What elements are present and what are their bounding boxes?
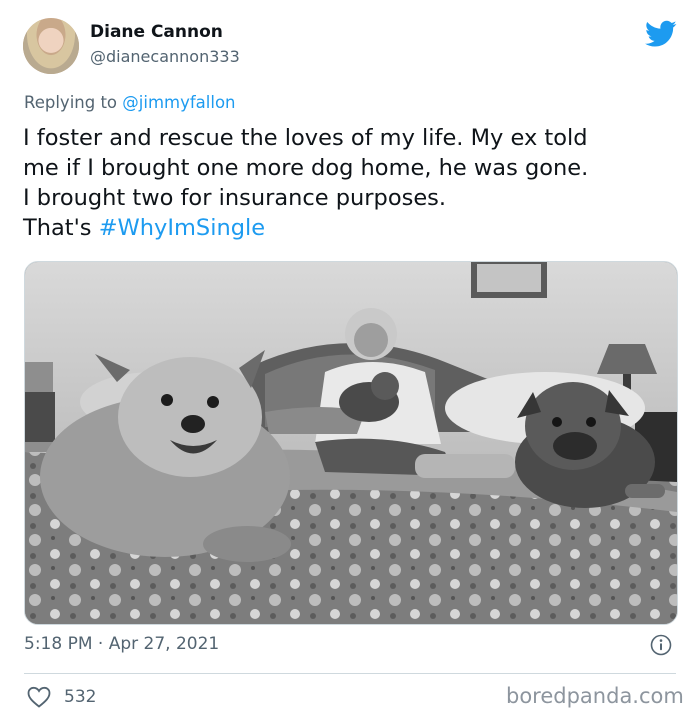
tweet-text-line: me if I brought one more dog home, he wa…: [23, 155, 589, 181]
watermark: boredpanda.com: [506, 684, 684, 708]
info-icon[interactable]: [650, 634, 672, 656]
twitter-bird-icon[interactable]: [645, 20, 677, 48]
avatar-image: [23, 18, 79, 74]
hashtag-link[interactable]: #WhyImSingle: [99, 215, 265, 241]
tweet-timestamp[interactable]: 5:18 PM · Apr 27, 2021: [24, 634, 219, 654]
tweet-photo[interactable]: [24, 261, 678, 625]
tweet-text-prefix: That's: [23, 215, 92, 241]
author-name[interactable]: Diane Cannon: [90, 22, 223, 42]
replying-mention-link[interactable]: @jimmyfallon: [122, 93, 235, 112]
tweet-text-line: I brought two for insurance purposes.: [23, 185, 447, 211]
avatar[interactable]: [23, 18, 79, 74]
tweet-text: I foster and rescue the loves of my life…: [23, 123, 683, 243]
like-count[interactable]: 532: [64, 687, 96, 707]
replying-prefix: Replying to: [24, 93, 118, 112]
author-handle[interactable]: @dianecannon333: [90, 47, 240, 66]
divider: [24, 673, 676, 674]
heart-icon[interactable]: [27, 686, 51, 708]
replying-to-line: Replying to @jimmyfallon: [24, 93, 236, 112]
photo-illustration: [25, 262, 677, 624]
tweet-text-last-line: That's #WhyImSingle: [23, 213, 683, 243]
tweet-text-line: I foster and rescue the loves of my life…: [23, 125, 588, 151]
